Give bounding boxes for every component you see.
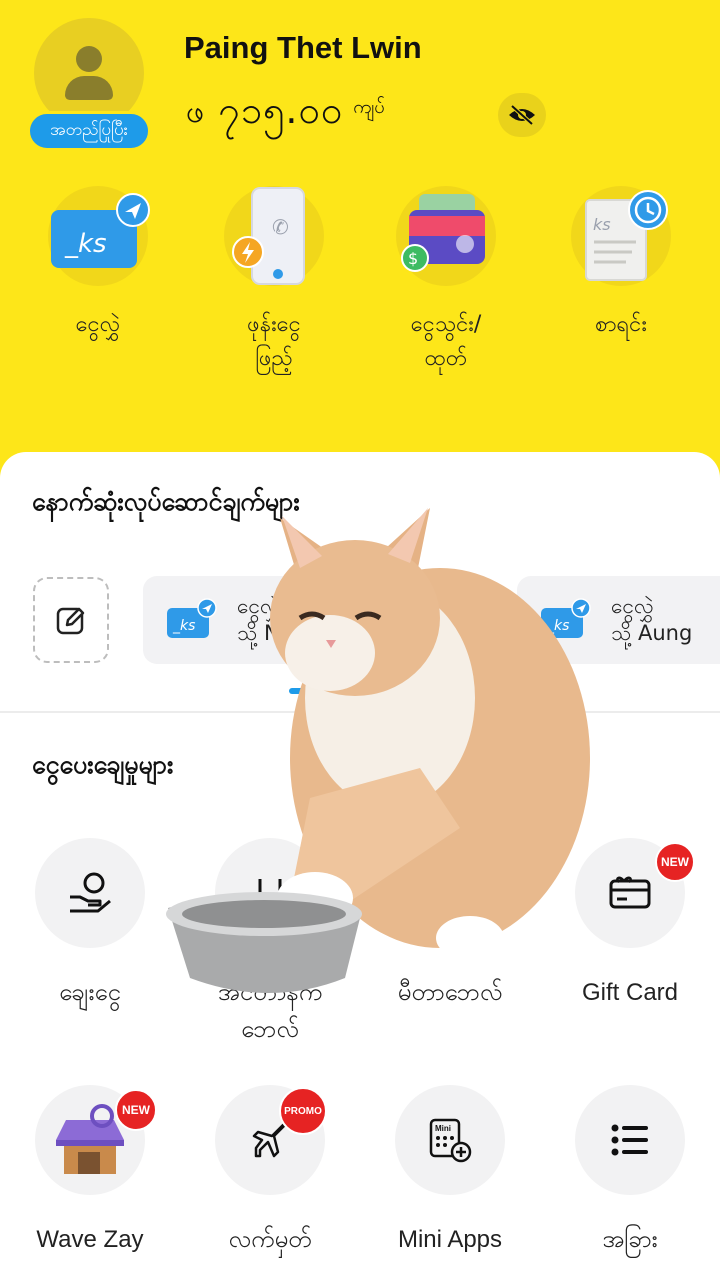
service-loan[interactable]: ချေးငွေ bbox=[0, 838, 180, 1011]
verified-badge: အတည်ပြုပြီး bbox=[27, 111, 151, 151]
balance-unit: ကျပ် bbox=[353, 96, 386, 118]
svg-text:✆: ✆ bbox=[272, 215, 289, 239]
list-icon bbox=[611, 1124, 648, 1156]
balance-display: ဖ ၇၁၅.၀၀ ကျပ် bbox=[186, 86, 385, 142]
quick-action-topup[interactable]: ✆ ဖုန်းငွေ ဖြည့် bbox=[184, 186, 364, 376]
service-label: အခြား bbox=[602, 1226, 658, 1253]
service-mini-apps[interactable]: Mini Mini Apps bbox=[360, 1085, 540, 1258]
service-label: Mini Apps bbox=[397, 1226, 503, 1253]
quick-action-history[interactable]: ks စာရင်း bbox=[531, 186, 711, 342]
svg-text:$: $ bbox=[408, 249, 418, 268]
svg-text:ks: ks bbox=[593, 215, 611, 234]
edit-shortcuts-button[interactable] bbox=[33, 577, 109, 663]
svg-text:Mini: Mini bbox=[435, 1124, 451, 1133]
cat-sticker-image bbox=[166, 508, 590, 993]
new-badge: NEW bbox=[655, 842, 695, 882]
quick-action-label: ဖုန်းငွေ ဖြည့် bbox=[247, 312, 301, 372]
quick-action-cash-in-out[interactable]: $ ငွေသွင်း/ ထုတ် bbox=[356, 186, 536, 376]
quick-action-label: ငွေသွင်း/ ထုတ် bbox=[410, 312, 482, 372]
edit-icon bbox=[56, 607, 85, 635]
ks-send-icon: _ks bbox=[51, 193, 150, 268]
recent-line1: ငွေလွှဲ bbox=[611, 593, 654, 618]
history-icon: ks bbox=[585, 190, 668, 281]
wallet-icon: $ bbox=[401, 194, 485, 272]
balance-amount: ၇၁၅.၀၀ bbox=[218, 88, 344, 132]
mini-apps-icon: Mini bbox=[429, 1118, 472, 1163]
phone-topup-icon: ✆ bbox=[232, 187, 305, 285]
quick-action-label: ငွေလွှဲ bbox=[75, 312, 121, 337]
promo-badge: PROMO bbox=[279, 1087, 327, 1135]
service-wave-zay[interactable]: NEW Wave Zay bbox=[0, 1085, 180, 1258]
quick-action-transfer[interactable]: _ks ငွေလွှဲ bbox=[8, 186, 188, 342]
service-more[interactable]: အခြား bbox=[540, 1085, 720, 1258]
service-label: ချေးငွေ bbox=[59, 979, 121, 1006]
service-tickets[interactable]: PROMO လက်မှတ် bbox=[180, 1085, 360, 1258]
loan-hand-icon bbox=[70, 872, 111, 913]
currency-symbol: ဖ bbox=[186, 92, 205, 130]
payments-section-title: ငွေပေးချေမှုများ bbox=[32, 750, 174, 779]
recent-line2: သို့ Aung bbox=[611, 621, 693, 645]
svg-text:_ks: _ks bbox=[64, 229, 107, 259]
service-label: လက်မှတ် bbox=[228, 1226, 312, 1253]
gift-card-icon bbox=[609, 876, 651, 909]
person-icon bbox=[76, 46, 102, 72]
quick-action-label: စာရင်း bbox=[595, 312, 647, 337]
service-label: Wave Zay bbox=[36, 1226, 144, 1253]
eye-slash-icon bbox=[509, 104, 535, 126]
user-name: Paing Thet Lwin bbox=[184, 30, 422, 65]
new-badge: NEW bbox=[115, 1089, 157, 1131]
balance-visibility-toggle[interactable] bbox=[498, 93, 546, 137]
